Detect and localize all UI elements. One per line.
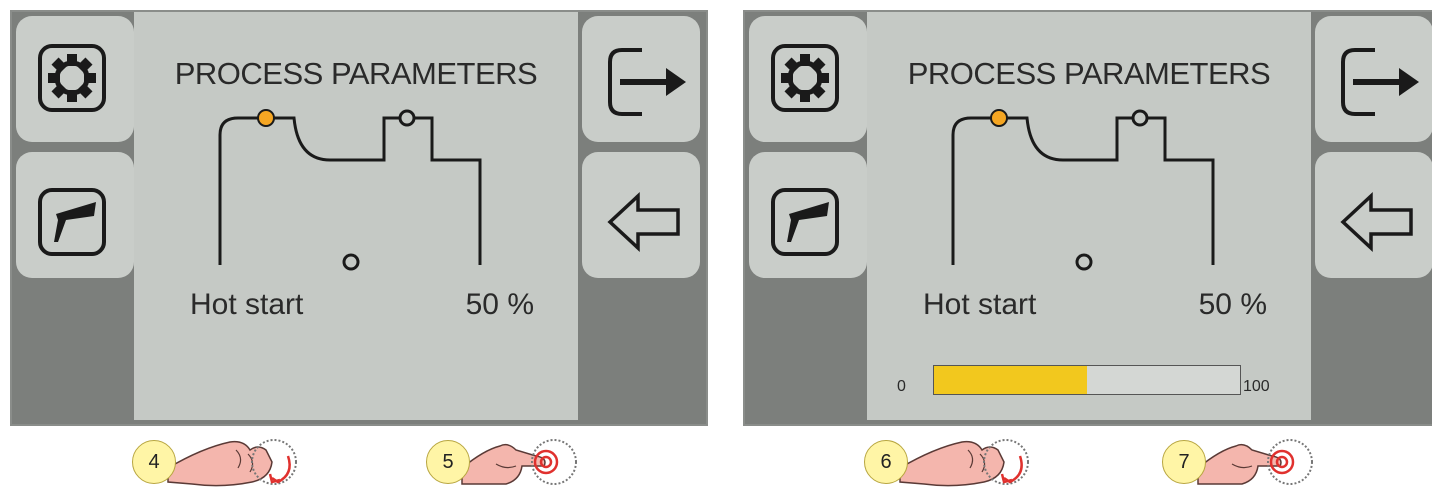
torch-mode-button[interactable]	[749, 152, 867, 278]
parameter-name: Hot start	[923, 288, 1037, 321]
bar-max-label: 100	[1243, 378, 1270, 395]
back-arrow-icon	[607, 191, 680, 253]
active-point-icon	[990, 109, 1008, 127]
control-screen-1: PROCESS PARAMETERS Hot start 50 %	[10, 10, 708, 426]
parameter-name: Hot start	[190, 288, 304, 321]
exit-button[interactable]	[1315, 16, 1432, 142]
back-button[interactable]	[1315, 152, 1432, 278]
step-number-badge: 5	[426, 440, 470, 484]
step-number-badge: 4	[132, 440, 176, 484]
step-number-badge: 7	[1162, 440, 1206, 484]
settings-button[interactable]	[749, 16, 867, 142]
hot-start-curve-diagram	[218, 109, 482, 271]
bar-min-label: 0	[897, 378, 906, 395]
gear-icon	[38, 44, 106, 112]
value-bar-fill	[934, 366, 1087, 394]
control-screen-2: PROCESS PARAMETERS Hot start 50 % 0 100	[743, 10, 1432, 426]
step-number-badge: 6	[864, 440, 908, 484]
gear-icon	[771, 44, 839, 112]
process-parameters-panel: PROCESS PARAMETERS Hot start 50 % 0 100	[867, 12, 1311, 420]
hot-start-curve-diagram	[951, 109, 1215, 271]
back-button[interactable]	[582, 152, 700, 278]
exit-arrow-icon	[1341, 48, 1419, 116]
inactive-point-icon	[1075, 253, 1093, 271]
process-parameters-panel: PROCESS PARAMETERS Hot start 50 %	[134, 12, 578, 420]
exit-arrow-icon	[608, 48, 686, 116]
value-bar[interactable]	[933, 365, 1241, 395]
parameter-value: 50 %	[1198, 288, 1267, 321]
welding-torch-icon	[38, 188, 106, 256]
back-arrow-icon	[1340, 191, 1413, 253]
exit-button[interactable]	[582, 16, 700, 142]
welding-torch-icon	[771, 188, 839, 256]
active-point-icon	[257, 109, 275, 127]
inactive-point-icon	[342, 253, 360, 271]
inactive-point-icon	[1131, 109, 1149, 127]
parameter-value: 50 %	[465, 288, 534, 321]
inactive-point-icon	[398, 109, 416, 127]
settings-button[interactable]	[16, 16, 134, 142]
torch-mode-button[interactable]	[16, 152, 134, 278]
